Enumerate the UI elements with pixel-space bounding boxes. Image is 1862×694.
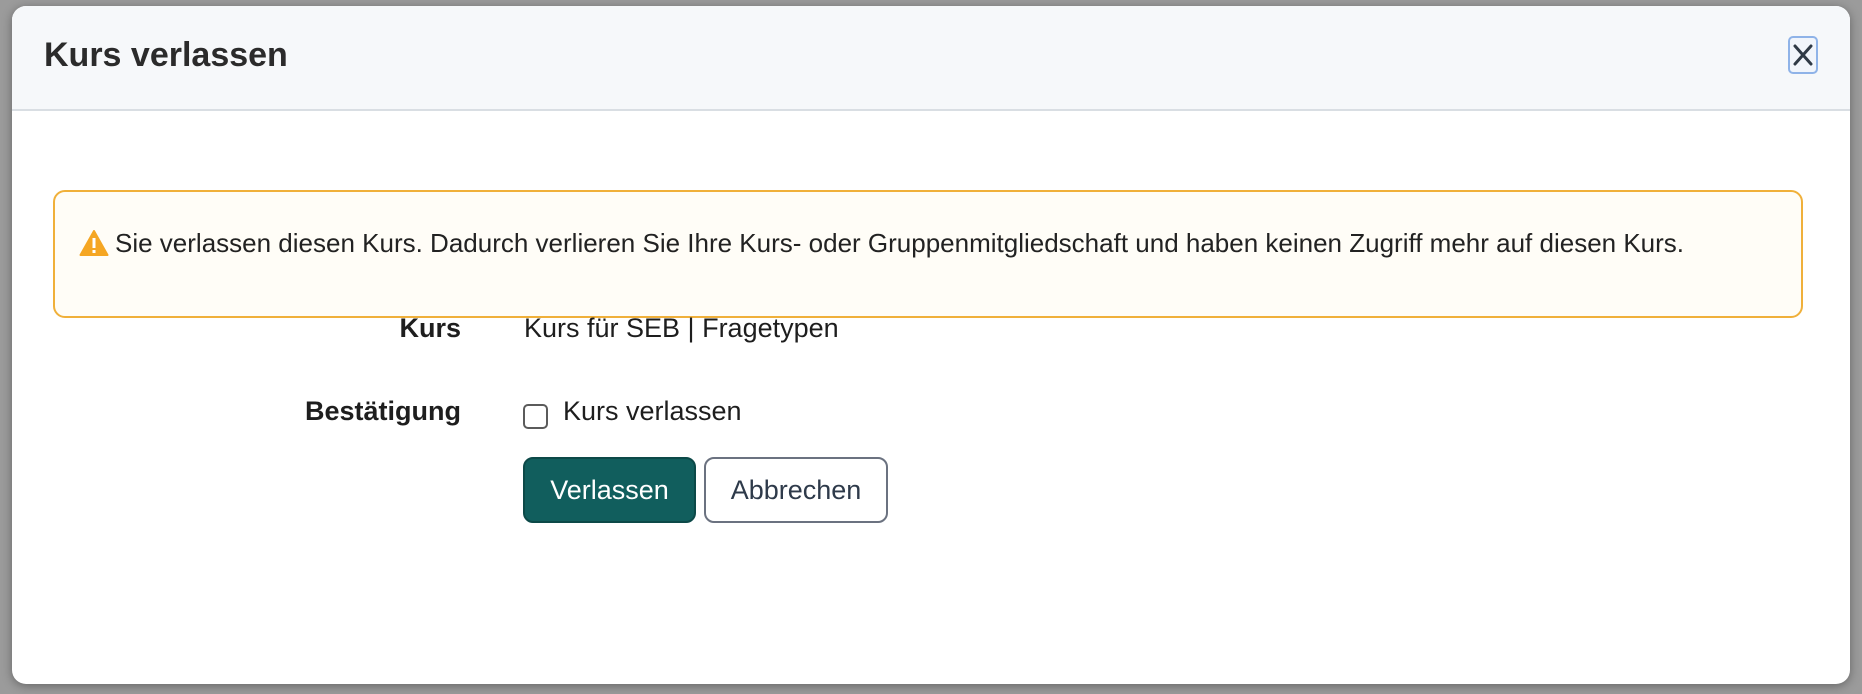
course-value: Kurs für SEB | Fragetypen bbox=[524, 313, 839, 343]
leave-course-checkbox-label[interactable]: Kurs verlassen bbox=[563, 396, 742, 427]
warning-icon bbox=[79, 230, 109, 256]
alert-text: Sie verlassen diesen Kurs. Dadurch verli… bbox=[115, 228, 1685, 258]
confirmation-label: Bestätigung bbox=[304, 396, 461, 426]
close-icon bbox=[1793, 44, 1813, 66]
leave-course-checkbox[interactable] bbox=[523, 404, 548, 429]
dialog-header: Kurs verlassen bbox=[12, 6, 1850, 111]
close-button[interactable] bbox=[1788, 36, 1818, 74]
leave-button[interactable]: Verlassen bbox=[523, 457, 696, 523]
warning-alert: Sie verlassen diesen Kurs. Dadurch verli… bbox=[53, 190, 1803, 318]
course-label: Kurs bbox=[399, 313, 461, 343]
leave-course-dialog: Kurs verlassen Sie verlassen diesen Kurs… bbox=[12, 6, 1850, 684]
cancel-button[interactable]: Abbrechen bbox=[704, 457, 888, 523]
dialog-title: Kurs verlassen bbox=[44, 36, 288, 74]
